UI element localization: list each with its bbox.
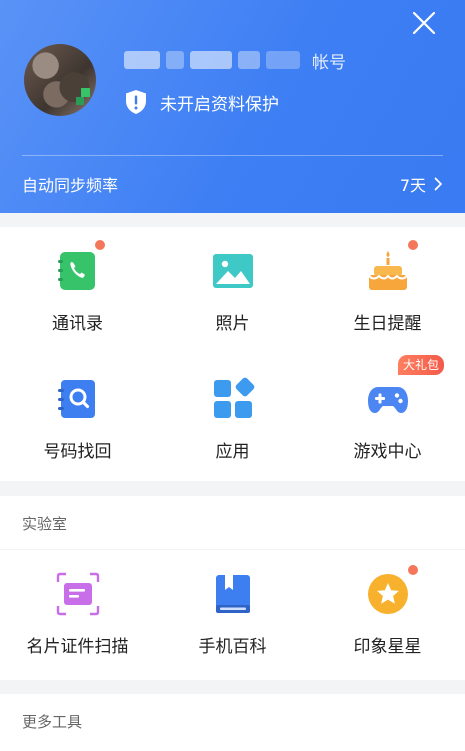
star-badge-icon	[367, 574, 408, 614]
grid-item-phone-encyclopedia[interactable]: 手机百科	[155, 550, 310, 678]
grid-item-label: 应用	[215, 442, 250, 462]
grid-item-game-center[interactable]: 大礼包 游戏中心	[310, 355, 465, 483]
lab-section-header: 实验室	[0, 496, 465, 549]
grid-item-label: 游戏中心	[353, 442, 422, 462]
birthday-cake-icon	[367, 251, 408, 290]
gamepad-icon	[367, 387, 408, 413]
card-scan-icon	[56, 572, 99, 616]
grid-item-label: 照片	[215, 314, 250, 334]
photos-icon	[212, 254, 253, 288]
grid-item-label: 通讯录	[52, 314, 103, 334]
main-features-card: 通讯录 照片 生日提醒 号码找回 应用 大礼包 游戏中心	[0, 227, 465, 481]
apps-icon	[213, 377, 254, 418]
lab-section-title: 实验室	[22, 515, 68, 533]
sync-label: 自动同步频率	[22, 176, 119, 195]
data-protection-status[interactable]: 未开启资料保护	[124, 89, 279, 115]
grid-item-label: 名片证件扫描	[26, 637, 129, 657]
divider	[22, 155, 443, 156]
more-tools-section-header: 更多工具	[0, 694, 465, 751]
sync-value: 7天	[399, 176, 426, 195]
gift-pack-badge: 大礼包	[398, 355, 445, 375]
account-name: 帐号	[124, 48, 346, 73]
more-tools-title: 更多工具	[22, 713, 83, 731]
account-suffix: 帐号	[312, 52, 346, 73]
grid-item-card-scan[interactable]: 名片证件扫描	[0, 550, 155, 678]
grid-item-contacts[interactable]: 通讯录	[0, 227, 155, 355]
shield-icon	[126, 90, 146, 114]
grid-item-label: 号码找回	[43, 442, 112, 462]
grid-item-label: 生日提醒	[353, 314, 422, 334]
grid-item-label: 印象星星	[353, 637, 422, 657]
grid-item-birthday-reminder[interactable]: 生日提醒	[310, 227, 465, 355]
grid-item-number-recovery[interactable]: 号码找回	[0, 355, 155, 483]
chevron-right-icon	[434, 177, 442, 191]
protection-label: 未开启资料保护	[160, 94, 279, 115]
close-icon[interactable]	[411, 10, 437, 36]
grid-item-apps[interactable]: 应用	[155, 355, 310, 483]
encyclopedia-book-icon	[215, 575, 250, 613]
new-indicator-dot	[95, 240, 105, 250]
new-indicator-dot	[408, 240, 418, 250]
grid-item-label: 手机百科	[198, 637, 267, 657]
new-indicator-dot	[408, 565, 418, 575]
grid-item-impression-stars[interactable]: 印象星星	[310, 550, 465, 678]
grid-item-photos[interactable]: 照片	[155, 227, 310, 355]
account-header: 帐号 未开启资料保护 自动同步频率 7天	[0, 0, 465, 213]
number-recovery-icon	[57, 380, 95, 418]
lab-features-card: 名片证件扫描 手机百科 印象星星	[0, 550, 465, 680]
avatar[interactable]	[24, 44, 96, 116]
contacts-icon	[57, 252, 95, 290]
auto-sync-frequency-row[interactable]: 自动同步频率 7天	[22, 170, 443, 198]
